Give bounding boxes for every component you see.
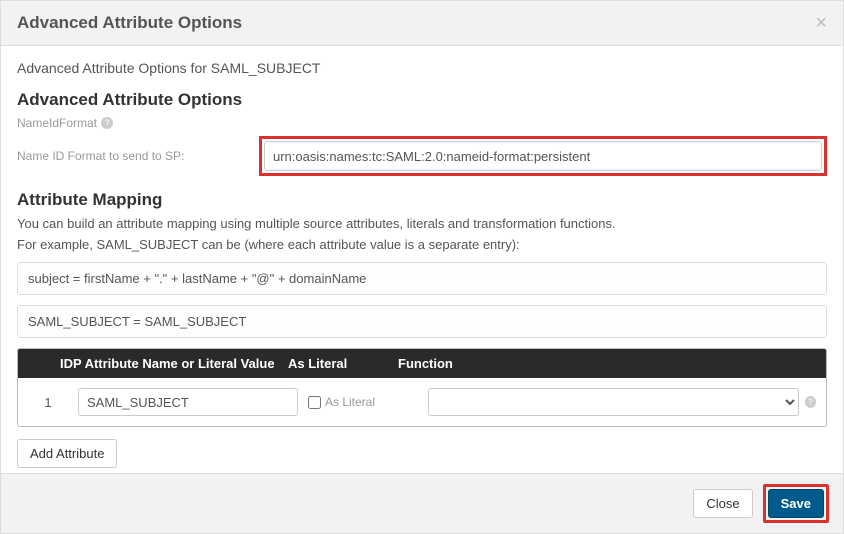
save-button[interactable]: Save — [768, 489, 824, 518]
col-header-attr: IDP Attribute Name or Literal Value — [28, 356, 288, 371]
mapping-desc-1: You can build an attribute mapping using… — [17, 216, 827, 231]
add-attribute-button[interactable]: Add Attribute — [17, 439, 117, 468]
attr-name-input[interactable] — [78, 388, 298, 416]
as-literal-checkbox[interactable] — [308, 396, 321, 409]
modal-footer: Close Save — [1, 473, 843, 533]
help-icon[interactable]: ? — [101, 117, 113, 129]
options-heading: Advanced Attribute Options — [17, 90, 827, 110]
table-row: 1 As Literal ? — [18, 378, 826, 426]
nameid-highlight — [259, 136, 827, 176]
nameid-input[interactable] — [264, 141, 822, 171]
col-header-func: Function — [398, 356, 816, 371]
nameid-row-label: Name ID Format to send to SP: — [17, 149, 247, 163]
close-button[interactable]: Close — [693, 489, 752, 518]
as-literal-label: As Literal — [325, 395, 375, 409]
nameid-label: NameIdFormat — [17, 116, 97, 130]
nameid-form-row: Name ID Format to send to SP: — [17, 136, 827, 176]
row-index: 1 — [28, 395, 68, 410]
mapping-table-header: IDP Attribute Name or Literal Value As L… — [18, 349, 826, 378]
nameid-label-row: NameIdFormat ? — [17, 116, 827, 130]
modal-header: Advanced Attribute Options × — [1, 1, 843, 46]
mapping-example-2: SAML_SUBJECT = SAML_SUBJECT — [17, 305, 827, 338]
modal-title: Advanced Attribute Options — [17, 13, 242, 33]
modal-subtitle: Advanced Attribute Options for SAML_SUBJ… — [17, 60, 827, 76]
modal-dialog: Advanced Attribute Options × Advanced At… — [0, 0, 844, 534]
function-select[interactable] — [428, 388, 799, 416]
mapping-heading: Attribute Mapping — [17, 190, 827, 210]
close-icon[interactable]: × — [815, 13, 827, 33]
mapping-table: IDP Attribute Name or Literal Value As L… — [17, 348, 827, 427]
help-icon[interactable]: ? — [805, 396, 816, 408]
modal-body[interactable]: Advanced Attribute Options for SAML_SUBJ… — [1, 46, 843, 473]
mapping-desc-2: For example, SAML_SUBJECT can be (where … — [17, 237, 827, 252]
save-highlight: Save — [763, 484, 829, 523]
col-header-literal: As Literal — [288, 356, 398, 371]
mapping-example-1: subject = firstName + "." + lastName + "… — [17, 262, 827, 295]
